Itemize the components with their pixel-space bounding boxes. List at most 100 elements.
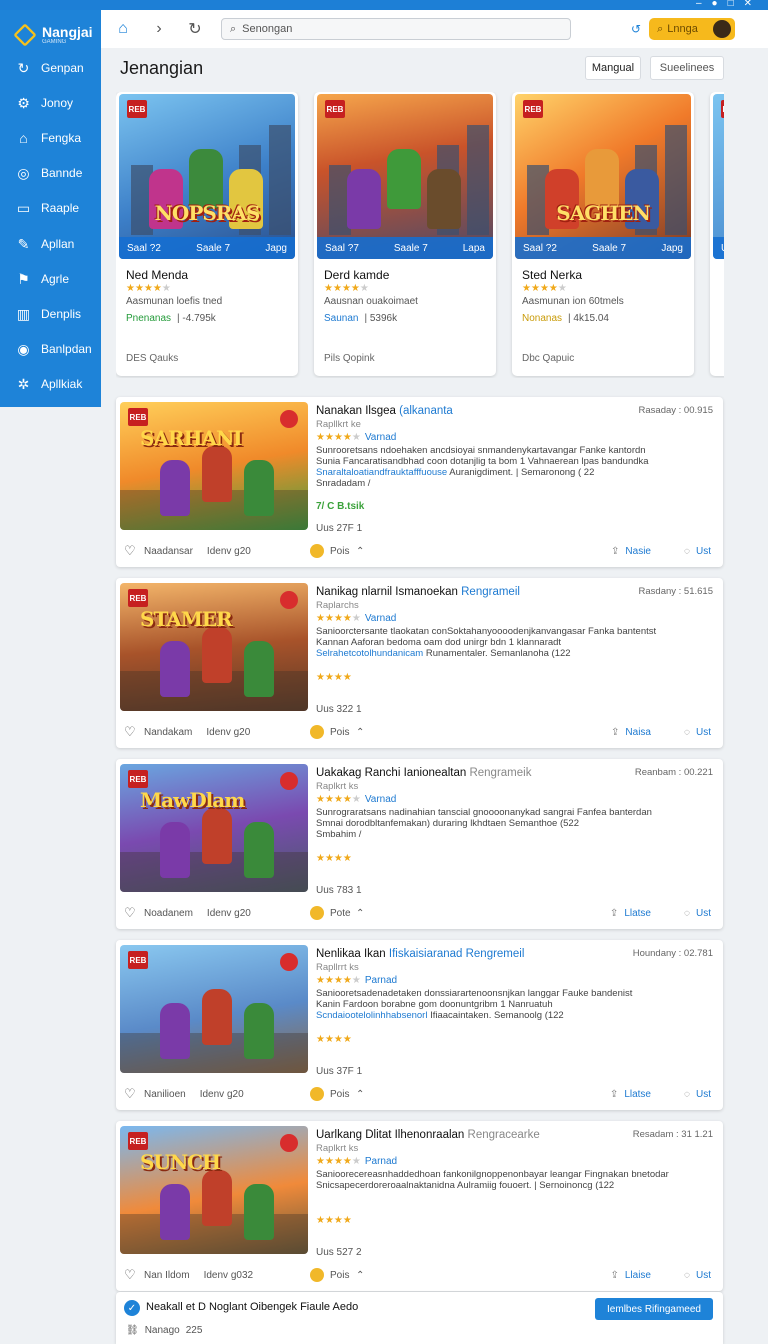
comment-button[interactable]: ◌ Ust [684, 546, 711, 557]
sidebar-item-4[interactable]: ▭ Raaple [0, 191, 101, 226]
description-line: Scndaiootelolinhhabsenorl Ifiaacaintaken… [316, 1010, 713, 1021]
comment-button[interactable]: ◌ Ust [684, 908, 711, 919]
info-icon[interactable]: ● [712, 0, 718, 9]
game-logo-text: MawDlam [140, 788, 245, 812]
list-item-body: Nanikag nlarnil Ismanoekan Rengrameil Ras… [316, 586, 713, 659]
heart-icon[interactable]: ♡ [124, 905, 138, 921]
heart-icon[interactable]: ♡ [124, 1086, 138, 1102]
game-thumbnail[interactable]: STAMER REB [120, 583, 308, 711]
maximize-icon[interactable]: □ [728, 0, 734, 9]
tab-primary[interactable]: Mangual [585, 56, 641, 80]
card-footer-link[interactable]: Pils Qopink [324, 353, 375, 364]
tab-secondary[interactable]: Sueelinees [650, 56, 724, 80]
description-link[interactable]: Selrahetcotolhundanicam [316, 648, 423, 659]
sidebar-item-5[interactable]: ✎ Apllan [0, 226, 101, 261]
game-thumbnail[interactable]: REB Ulan [713, 94, 724, 259]
game-name[interactable]: Ned Menda [126, 268, 290, 282]
sidebar-item-9[interactable]: ✲ Apllkiak [0, 367, 101, 402]
card-footer-link[interactable]: Dbc Qapuic [522, 353, 574, 364]
share-button[interactable]: ⇪ Llaise [610, 1270, 651, 1281]
list-item[interactable]: MawDlam REB Uakakag Ranchi Ianionealtan Re… [116, 759, 723, 929]
platform-label[interactable]: Varnad [365, 613, 397, 624]
featured-card[interactable]: REB Ulan [710, 92, 724, 376]
download-count: | -4.795k [177, 313, 216, 324]
sidebar-item-6[interactable]: ⚑ Agrle [0, 261, 101, 296]
chevron-up-icon[interactable]: ⌃ [356, 727, 364, 738]
points-label[interactable]: Pois [330, 1270, 349, 1281]
app-logo[interactable]: Nangjai GAMING [0, 10, 101, 50]
card-footer-link[interactable]: DES Qauks [126, 353, 178, 364]
points-label[interactable]: Pote [330, 908, 351, 919]
game-thumbnail[interactable]: SAGHEN REB Saal ?2 Saale 7 Japg [515, 94, 691, 259]
strip-left: Saal ?2 [523, 242, 557, 254]
game-thumbnail[interactable]: REB Saal ?7 Saale 7 Lapa [317, 94, 493, 259]
platform-label[interactable]: Parnad [365, 1156, 397, 1167]
description-link[interactable]: Snaraltaloatiandfrauktafffuouse [316, 467, 447, 478]
points-label[interactable]: Pois [330, 727, 349, 738]
sidebar-item-8[interactable]: ◉ Banlpdan [0, 332, 101, 367]
sidebar-item-label: Agrle [41, 271, 70, 286]
coin-icon [310, 906, 324, 920]
minimize-icon[interactable]: – [696, 0, 702, 9]
game-name[interactable]: Derd kamde [324, 268, 488, 282]
platform-label[interactable]: Varnad [365, 794, 397, 805]
chevron-up-icon[interactable]: ⌃ [356, 1089, 364, 1100]
status-tag: Nonanas [522, 313, 563, 324]
platform-label[interactable]: Varnad [365, 432, 397, 443]
featured-card[interactable]: SAGHEN REB Saal ?2 Saale 7 Japg Sted Nerka ★★★… [512, 92, 694, 376]
featured-card[interactable]: NOPSRAS REB Saal ?2 Saale 7 Japg Ned Menda ★★★… [116, 92, 298, 376]
chevron-up-icon[interactable]: ⌃ [356, 908, 364, 919]
home-icon[interactable]: ⌂ [109, 20, 137, 38]
thumbnail-info-strip: Ulan [713, 237, 724, 259]
sidebar-item-1[interactable]: ⚙ Jonoy [0, 85, 101, 120]
game-name[interactable]: Sted Nerka [522, 268, 686, 282]
game-thumbnail[interactable]: MawDlam REB [120, 764, 308, 892]
heart-icon[interactable]: ♡ [124, 543, 138, 559]
list-item[interactable]: REB Nenlikaa Ikan Ifiskaisiaranad Rengrem… [116, 940, 723, 1110]
refresh-icon[interactable]: ↻ [181, 19, 209, 39]
platform-label[interactable]: Parnad [365, 975, 397, 986]
avatar[interactable] [713, 20, 732, 38]
game-thumbnail[interactable]: SUNCH REB [120, 1126, 308, 1254]
share-button[interactable]: ⇪ Nasie [611, 546, 651, 557]
sync-icon[interactable]: ↺ [631, 22, 641, 36]
chevron-up-icon[interactable]: ⌃ [356, 546, 364, 557]
comment-button[interactable]: ◌ Ust [684, 727, 711, 738]
character-figure [244, 460, 274, 516]
list-item[interactable]: STAMER REB Nanikag nlarnil Ismanoekan Reng… [116, 578, 723, 748]
user-button[interactable]: ⌕ Lnnga [649, 18, 736, 40]
list-item[interactable]: SUNCH REB Uarlkang Dlitat Ilhenonraalan Re… [116, 1121, 723, 1291]
chevron-right-icon[interactable]: › [145, 20, 173, 38]
sidebar-item-7[interactable]: ▥ Denplis [0, 296, 101, 331]
points-label[interactable]: Pois [330, 546, 349, 557]
description-link[interactable]: Scndaiootelolinhhabsenorl [316, 1010, 427, 1021]
thumbnail-info-strip: Saal ?2 Saale 7 Japg [119, 237, 295, 259]
age-badge: REB [128, 770, 148, 788]
close-icon[interactable]: ✕ [744, 0, 752, 9]
sidebar-item-2[interactable]: ⌂ Fengka [0, 120, 101, 155]
game-thumbnail[interactable]: SARHANI REB [120, 402, 308, 530]
points-label[interactable]: Pois [330, 1089, 349, 1100]
heart-icon[interactable]: ♡ [124, 1267, 138, 1283]
list-item[interactable]: SARHANI REB Nanakan Ilsgea (alkananta Rasad… [116, 397, 723, 567]
chevron-up-icon[interactable]: ⌃ [356, 1270, 364, 1281]
character-figure [244, 641, 274, 697]
game-meta: Saunan | 5396k [324, 313, 488, 324]
game-thumbnail[interactable]: REB [120, 945, 308, 1073]
sidebar-item-0[interactable]: ↻ Genpan [0, 50, 101, 85]
sidebar-item-3[interactable]: ◎ Bannde [0, 156, 101, 191]
age-badge: REB [128, 951, 148, 969]
description-line: Snradadam / [316, 478, 371, 489]
list-item-footer: ♡ Nanilioen Idenv g20 Pois ⌃ ⇪ Llatse ◌ Ust [124, 1086, 713, 1102]
share-button[interactable]: ⇪ Naisa [611, 727, 651, 738]
featured-card[interactable]: REB Saal ?7 Saale 7 Lapa Derd kamde ★★★★★ Aaus… [314, 92, 496, 376]
game-thumbnail[interactable]: NOPSRAS REB Saal ?2 Saale 7 Japg [119, 94, 295, 259]
comment-button[interactable]: ◌ Ust [684, 1089, 711, 1100]
heart-icon[interactable]: ♡ [124, 724, 138, 740]
comment-button[interactable]: ◌ Ust [684, 1270, 711, 1281]
share-button[interactable]: ⇪ Llatse [610, 908, 651, 919]
share-button[interactable]: ⇪ Llatse [610, 1089, 651, 1100]
comment-label: Ust [696, 907, 711, 919]
search-input[interactable]: ⌕ Senongan [221, 18, 571, 40]
footer-action-button[interactable]: Iemlbes Rifingameed [595, 1298, 713, 1320]
